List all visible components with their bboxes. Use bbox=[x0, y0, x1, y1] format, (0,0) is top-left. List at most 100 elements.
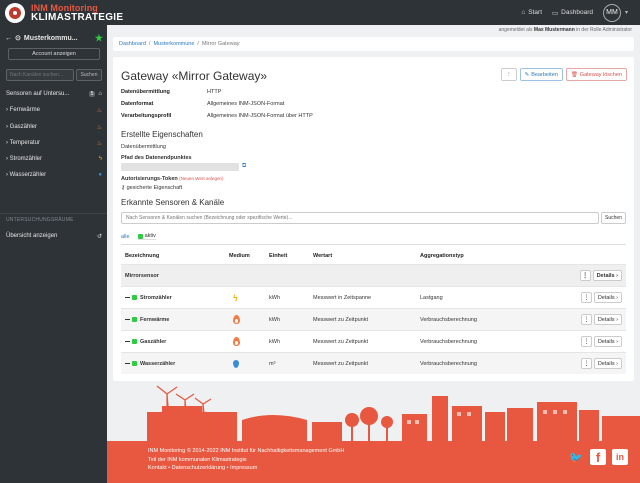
gamepad-icon: ⊙ bbox=[15, 35, 21, 42]
sidebar-section-label: UNTERSUCHUNGSRÄUME bbox=[6, 217, 74, 223]
footer-subline: Teil der INM kommunalen Klimastrategie bbox=[148, 456, 247, 463]
table-row: Fernwärme kWh Messwert zu Zeitpunkt Verb… bbox=[121, 308, 626, 330]
tab-all[interactable]: alle bbox=[121, 234, 130, 240]
field-verarbeitungsprofil: Verarbeitungsprofil Allgemeines INM-JSON-… bbox=[121, 113, 313, 119]
copy-icon[interactable]: ⧉ bbox=[242, 163, 246, 170]
edit-button[interactable]: ✎ Bearbeiten bbox=[519, 68, 563, 81]
gateway-card: Gateway «Mirror Gateway» ⋮ ✎ Bearbeiten 🗑… bbox=[113, 57, 634, 381]
sidebar-item-fernwaerme[interactable]: › Fernwärme ♨ bbox=[6, 104, 102, 116]
tab-active[interactable]: aktiv bbox=[137, 233, 156, 240]
table-group-row: Mirrorsensor ⋮ Details › bbox=[121, 264, 626, 286]
properties-heading: Erstellte Eigenschaften bbox=[121, 130, 203, 139]
brand-logo[interactable]: INM Monitoring KLIMASTRATEGIE bbox=[5, 2, 123, 24]
sidebar-item-gaszaehler[interactable]: › Gaszähler ♨ bbox=[6, 121, 102, 133]
status-indicator bbox=[132, 295, 137, 300]
sensor-search-input[interactable] bbox=[121, 212, 599, 224]
undo-icon: ↺ bbox=[96, 233, 102, 240]
breadcrumb-current: Mirror Gateway bbox=[201, 41, 240, 47]
properties-sub: Datenübermittlung bbox=[121, 144, 166, 150]
status-indicator bbox=[132, 361, 137, 366]
facebook-icon[interactable]: f bbox=[590, 449, 606, 465]
sidebar-overview-link[interactable]: Übersicht anzeigen ↺ bbox=[6, 230, 102, 242]
more-button[interactable]: ⋮ bbox=[580, 314, 592, 325]
more-button[interactable]: ⋮ bbox=[501, 68, 517, 81]
status-indicator bbox=[132, 317, 137, 322]
top-bar: INM Monitoring KLIMASTRATEGIE ⌂ Start ▭ Da… bbox=[0, 0, 640, 25]
brand-line2: KLIMASTRATEGIE bbox=[31, 12, 124, 23]
more-button[interactable]: ⋮ bbox=[580, 336, 592, 347]
breadcrumb-dashboard[interactable]: Dashboard bbox=[119, 41, 146, 47]
sidebar-sensors-header[interactable]: Sensoren auf Untersu... 5 ⌂ bbox=[6, 88, 102, 100]
active-indicator bbox=[137, 233, 143, 239]
breadcrumb: Dashboard / Musterkommune / Mirror Gatew… bbox=[113, 37, 634, 51]
drop-icon bbox=[233, 359, 239, 368]
sidebar-item-stromzaehler[interactable]: › Stromzähler ϟ bbox=[6, 153, 102, 165]
nav-dashboard[interactable]: ▭ Dashboard bbox=[552, 9, 593, 17]
table-header: Bezeichnung Medium Einheit Wertart Aggre… bbox=[121, 248, 626, 264]
breadcrumb-kommune[interactable]: Musterkommune bbox=[153, 41, 194, 47]
trash-icon: 🗑 bbox=[570, 71, 578, 78]
channel-search-input[interactable] bbox=[6, 69, 74, 81]
sidebar-item-wasserzaehler[interactable]: › Wasserzähler ● bbox=[6, 169, 102, 181]
sidebar-title[interactable]: ← ⊙ Musterkommu... ★ bbox=[5, 32, 103, 44]
back-icon[interactable]: ← bbox=[5, 35, 12, 42]
monitor-icon: ▭ bbox=[552, 9, 559, 17]
flame-icon: ♨ bbox=[96, 140, 102, 147]
skyline-illustration bbox=[147, 385, 640, 442]
flame-icon: ♨ bbox=[96, 124, 102, 131]
sidebar-item-temperatur[interactable]: › Temperatur ♨ bbox=[6, 137, 102, 149]
header-bezeichnung: Bezeichnung bbox=[125, 253, 160, 259]
details-button[interactable]: Details › bbox=[593, 292, 622, 303]
table-row: Stromzähler ϟ kWh Messwert in Zeitspanne… bbox=[121, 286, 626, 308]
secured-property: ⚷ gesicherte Eigenschaft bbox=[121, 185, 183, 191]
sensor-count-badge: 5 bbox=[88, 91, 96, 97]
more-button[interactable]: ⋮ bbox=[580, 358, 592, 369]
flame-icon bbox=[233, 315, 240, 324]
sidebar-title-label: Musterkommu... bbox=[23, 34, 78, 42]
chevron-down-icon[interactable]: ▾ bbox=[625, 9, 628, 16]
user-avatar[interactable]: MM bbox=[602, 3, 621, 22]
table-row: Gaszähler kWh Messwert zu Zeitpunkt Verb… bbox=[121, 330, 626, 352]
logo-icon bbox=[5, 3, 25, 23]
header-wertart: Wertart bbox=[313, 253, 333, 259]
home-icon: ⌂ bbox=[521, 9, 526, 16]
more-button[interactable]: ⋮ bbox=[579, 270, 591, 281]
sidebar: ← ⊙ Musterkommu... ★ Account anzeigen Su… bbox=[0, 25, 107, 483]
header-aggregationstyp: Aggregationstyp bbox=[420, 253, 464, 259]
nav-start[interactable]: ⌂ Start bbox=[521, 9, 542, 16]
header-medium: Medium bbox=[229, 253, 250, 259]
account-button[interactable]: Account anzeigen bbox=[8, 48, 100, 60]
path-label: Pfad des Datenendpunktes bbox=[121, 155, 192, 161]
flame-icon bbox=[233, 337, 240, 346]
sensor-search-button[interactable]: Suchen bbox=[601, 212, 626, 224]
twitter-icon[interactable]: 🐦 bbox=[568, 449, 584, 465]
status-indicator bbox=[132, 339, 137, 344]
details-button[interactable]: Details › bbox=[592, 270, 622, 281]
login-info: angemeldet als Max Mustermann in der Rol… bbox=[498, 27, 632, 33]
sidebar-divider bbox=[0, 213, 107, 214]
footer: INM Monitoring © 2014-2022 INM Institut … bbox=[107, 441, 640, 483]
token-new-link[interactable]: (Neuen Wert anlegen) bbox=[179, 176, 223, 181]
top-nav: ⌂ Start ▭ Dashboard MM ▾ bbox=[521, 3, 628, 22]
home-icon: ⌂ bbox=[98, 91, 102, 97]
footer-copyright: INM Monitoring © 2014-2022 INM Institut … bbox=[148, 448, 345, 454]
flame-icon: ♨ bbox=[96, 107, 102, 114]
details-button[interactable]: Details › bbox=[593, 336, 622, 347]
path-value bbox=[121, 163, 239, 171]
page-title: Gateway «Mirror Gateway» bbox=[121, 69, 268, 83]
footer-links[interactable]: Kontakt • Datenschutzerklärung • Impress… bbox=[148, 464, 344, 473]
token-label: Autorisierungs-Token (Neuen Wert anlegen… bbox=[121, 176, 224, 182]
details-button[interactable]: Details › bbox=[593, 314, 622, 325]
star-icon[interactable]: ★ bbox=[95, 33, 103, 44]
sensors-heading: Erkannte Sensoren & Kanäle bbox=[121, 198, 225, 207]
channel-search-button[interactable]: Suchen bbox=[76, 69, 102, 81]
more-button[interactable]: ⋮ bbox=[580, 292, 592, 303]
table-row: Wasserzähler m³ Messwert zu Zeitpunkt Ve… bbox=[121, 352, 626, 374]
field-datenuebermittlung: Datenübermittlung HTTP bbox=[121, 89, 222, 95]
drop-icon: ● bbox=[98, 172, 102, 178]
details-button[interactable]: Details › bbox=[593, 358, 622, 369]
bolt-icon: ϟ bbox=[98, 156, 102, 162]
linkedin-icon[interactable]: in bbox=[612, 449, 628, 465]
key-icon: ⚷ bbox=[121, 185, 126, 191]
delete-button[interactable]: 🗑 Gateway löschen bbox=[565, 68, 627, 81]
